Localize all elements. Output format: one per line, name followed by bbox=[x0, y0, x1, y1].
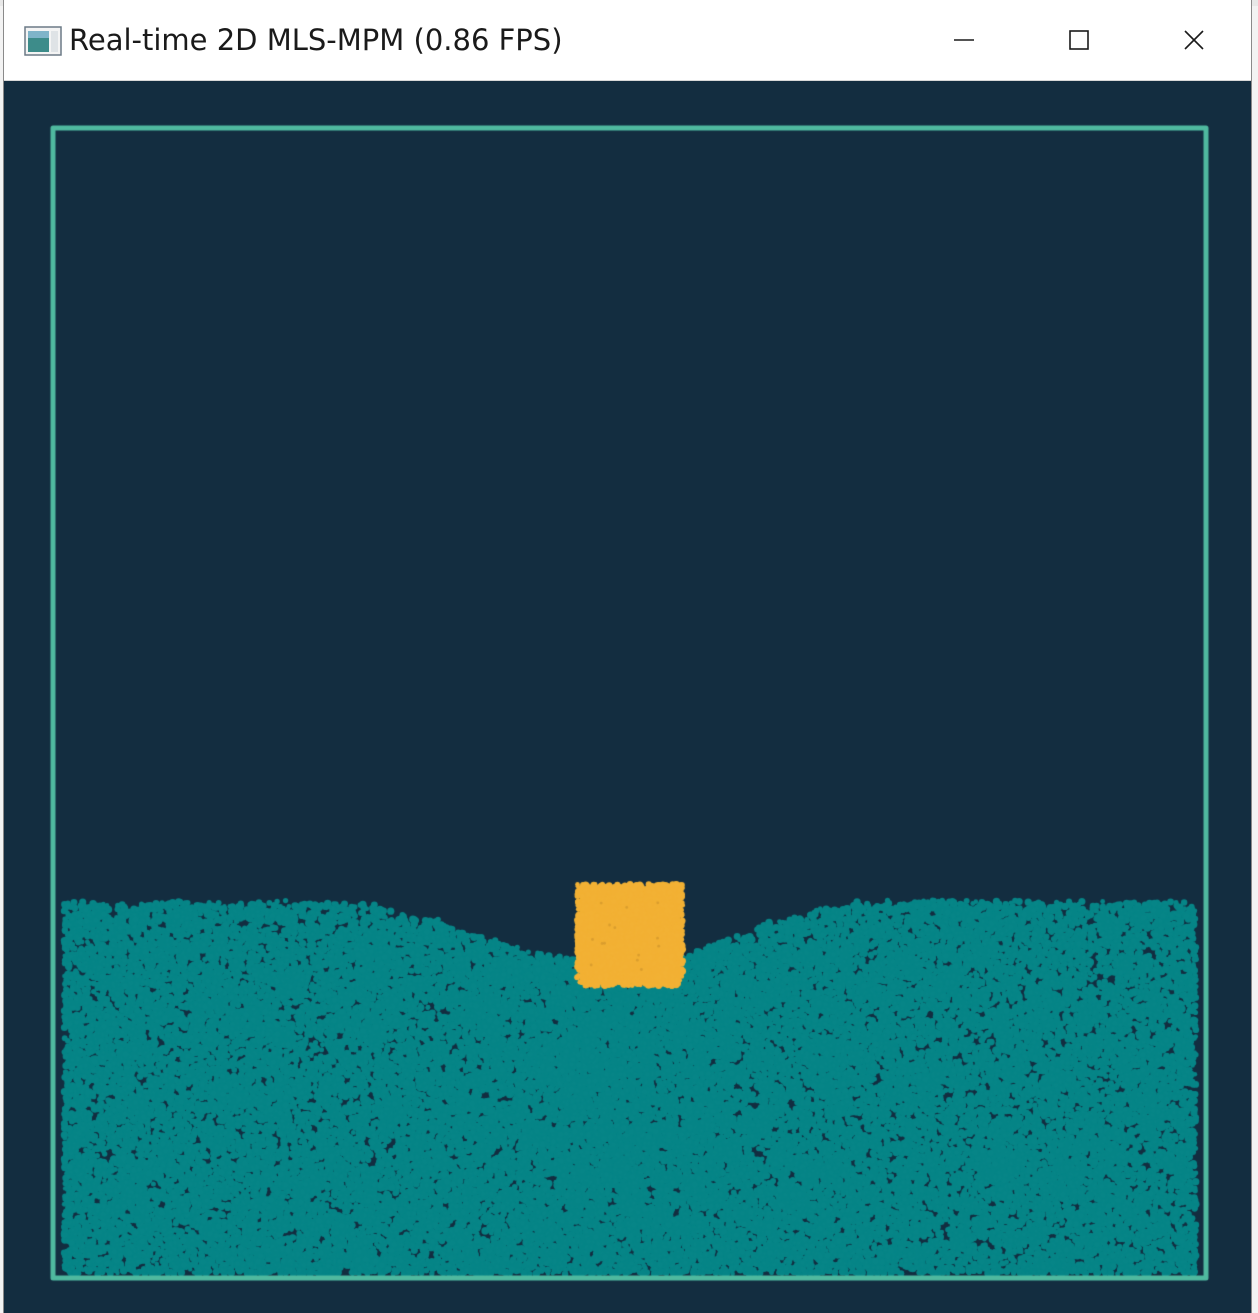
maximize-button[interactable] bbox=[1021, 0, 1136, 80]
close-button[interactable] bbox=[1136, 0, 1251, 80]
simulation-canvas[interactable] bbox=[4, 81, 1251, 1313]
simulation-viewport[interactable] bbox=[4, 81, 1251, 1313]
close-icon bbox=[1183, 30, 1204, 50]
window-title: Real-time 2D MLS-MPM (0.86 FPS) bbox=[69, 23, 563, 57]
minimize-button[interactable] bbox=[906, 0, 1021, 80]
maximize-icon bbox=[1068, 30, 1089, 50]
app-window-icon bbox=[24, 26, 62, 56]
app-window: Real-time 2D MLS-MPM (0.86 FPS) bbox=[4, 0, 1251, 1313]
minimize-icon bbox=[953, 39, 974, 41]
title-bar[interactable]: Real-time 2D MLS-MPM (0.86 FPS) bbox=[4, 0, 1251, 81]
